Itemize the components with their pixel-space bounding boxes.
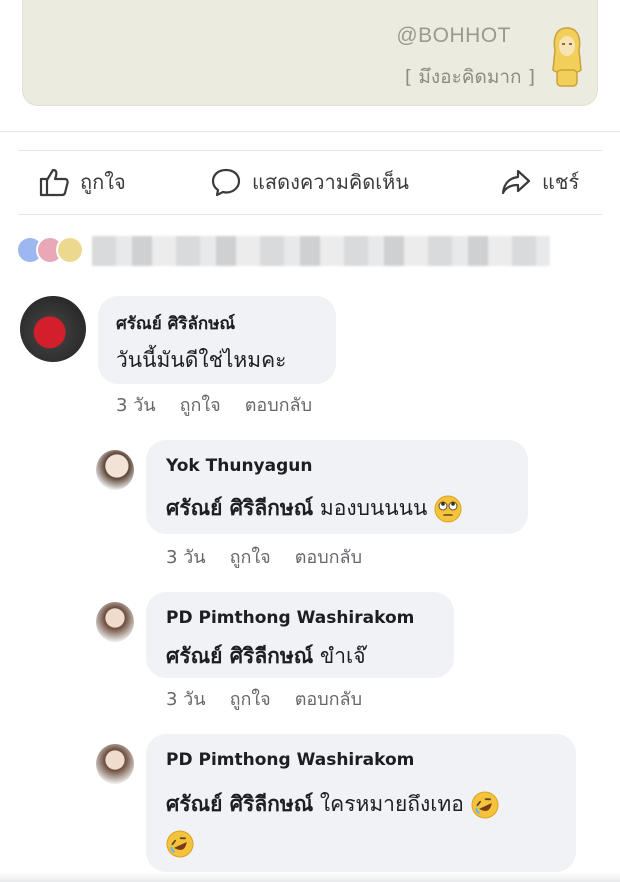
- comment-icon: [211, 168, 241, 197]
- comment-button[interactable]: แสดงความคิดเห็น: [210, 166, 409, 198]
- mention-link[interactable]: ศรัณย์ ศิริลีกษณ์: [166, 496, 313, 520]
- comment-text: ศรัณย์ ศิริลีกษณ์ ใครหมายถึงเทอ: [166, 788, 499, 821]
- comment-author[interactable]: PD Pimthong Washirakom: [166, 608, 414, 628]
- comment-like-link[interactable]: ถูกใจ: [180, 390, 221, 419]
- section-divider: [0, 131, 620, 132]
- reply: PD Pimthong Washirakom ศรัณย์ ศิริลีกษณ์…: [0, 734, 620, 874]
- blurred-reactors: [92, 236, 550, 266]
- action-divider-top: [18, 150, 602, 151]
- comment-body: มองบนนนน: [313, 496, 428, 520]
- comment-meta: 3 วัน ถูกใจ ตอบกลับ: [166, 542, 362, 571]
- comment-time[interactable]: 3 วัน: [166, 542, 206, 571]
- reactions-summary[interactable]: [16, 236, 550, 266]
- share-label: แชร์: [542, 170, 580, 194]
- comment-body: ใครหมายถึงเทอ: [313, 792, 464, 816]
- like-button[interactable]: ถูกใจ: [38, 166, 126, 198]
- comment-text: ศรัณย์ ศิริลีกษณ์ มองบนนนน: [166, 492, 462, 525]
- post-image[interactable]: @BOHHOT [ มึงอะคิดมาก ]: [22, 0, 598, 106]
- eye-roll-emoji-icon: [434, 495, 462, 523]
- avatar[interactable]: [96, 602, 134, 642]
- comment-label: แสดงความคิดเห็น: [252, 170, 409, 194]
- watermark-handle: @BOHHOT: [396, 24, 511, 47]
- mention-link[interactable]: ศรัณย์ ศิริลีกษณ์: [166, 644, 313, 668]
- comment-time[interactable]: 3 วัน: [116, 390, 156, 419]
- reply: PD Pimthong Washirakom ศรัณย์ ศิริลีกษณ์…: [0, 592, 620, 722]
- comment-time[interactable]: 3 วัน: [166, 684, 206, 713]
- comment: ศรัณย์ ศิริลักษณ์ วันนี้มันดีใช่ไหมคะ 3 …: [0, 290, 620, 420]
- comment-meta: 3 วัน ถูกใจ ตอบกลับ: [166, 684, 362, 713]
- share-arrow-icon: [501, 169, 531, 195]
- comment-text: วันนี้มันดีใช่ไหมคะ: [116, 348, 287, 372]
- avatar[interactable]: [96, 450, 134, 490]
- bottom-edge: [0, 872, 620, 882]
- post-action-bar: ถูกใจ แสดงความคิดเห็น แชร์: [18, 152, 602, 214]
- avatar[interactable]: [96, 744, 134, 784]
- thumbs-up-icon: [39, 168, 69, 197]
- action-divider-bottom: [18, 214, 602, 215]
- comment-like-link[interactable]: ถูกใจ: [230, 542, 271, 571]
- comment-reply-link[interactable]: ตอบกลับ: [245, 390, 312, 419]
- share-button[interactable]: แชร์: [500, 166, 579, 198]
- comment-meta: 3 วัน ถูกใจ ตอบกลับ: [116, 390, 312, 419]
- rofl-emoji-icon: [471, 791, 499, 819]
- comment-body: ขำเจ๊: [313, 644, 366, 668]
- comment-author[interactable]: Yok Thunyagun: [166, 456, 312, 476]
- rofl-emoji-icon: [166, 830, 194, 858]
- mention-link[interactable]: ศรัณย์ ศิริลีกษณ์: [166, 792, 313, 816]
- comment-reply-link[interactable]: ตอบกลับ: [295, 684, 362, 713]
- comment-text-wrap: [166, 830, 194, 858]
- reply: Yok Thunyagun ศรัณย์ ศิริลีกษณ์ มองบนนนน…: [0, 440, 620, 580]
- avatar[interactable]: [20, 296, 86, 362]
- comment-reply-link[interactable]: ตอบกลับ: [295, 542, 362, 571]
- comment-text: ศรัณย์ ศิริลีกษณ์ ขำเจ๊: [166, 640, 366, 673]
- comment-like-link[interactable]: ถูกใจ: [230, 684, 271, 713]
- like-label: ถูกใจ: [80, 170, 126, 194]
- comment-author[interactable]: ศรัณย์ ศิริลักษณ์: [116, 310, 235, 337]
- image-caption: [ มึงอะคิดมาก ]: [404, 66, 535, 88]
- comment-author[interactable]: PD Pimthong Washirakom: [166, 750, 414, 770]
- sticker-figure-icon: [552, 27, 582, 87]
- reaction-bubble: [56, 236, 84, 264]
